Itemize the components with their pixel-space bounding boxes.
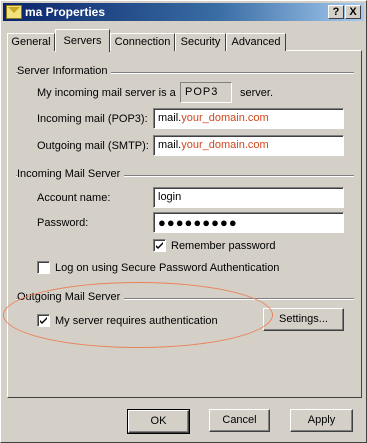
tab-security[interactable]: Security	[175, 33, 226, 51]
window-title: ma Properties	[25, 5, 106, 19]
remember-password-checkbox[interactable]	[153, 239, 166, 252]
account-name-label: Account name:	[37, 192, 111, 204]
server-information-heading: Server Information	[17, 65, 112, 77]
servers-tab-panel: Server Information My incoming mail serv…	[7, 50, 362, 398]
incoming-mail-prefix: mail.	[158, 112, 182, 124]
incoming-mail-domain: your_domain.com	[181, 112, 269, 124]
incoming-server-type-prefix: My incoming mail server is a	[37, 87, 176, 99]
server-type-value: POP3	[180, 82, 232, 103]
tab-servers[interactable]: Servers	[55, 29, 110, 52]
spa-label[interactable]: Log on using Secure Password Authenticat…	[55, 262, 279, 274]
outgoing-mail-field[interactable]: mail.your_domain.com	[153, 135, 344, 156]
incoming-mail-field[interactable]: mail.your_domain.com	[153, 108, 344, 129]
ok-button[interactable]: OK	[127, 409, 190, 434]
spa-checkbox[interactable]	[37, 261, 50, 274]
remember-password-label[interactable]: Remember password	[171, 240, 276, 252]
mail-account-icon	[6, 5, 22, 19]
checkmark-icon	[156, 242, 163, 249]
password-field[interactable]: ●●●●●●●●●	[153, 212, 344, 233]
outgoing-mail-prefix: mail.	[158, 139, 182, 151]
incoming-mail-server-heading: Incoming Mail Server	[17, 168, 125, 180]
tab-connection[interactable]: Connection	[110, 33, 175, 51]
outgoing-mail-domain: your_domain.com	[181, 139, 269, 151]
incoming-server-type-suffix: server.	[240, 87, 274, 99]
tab-general[interactable]: General	[7, 33, 55, 51]
password-label: Password:	[37, 217, 89, 229]
properties-dialog: ma Properties ? X Server Information My …	[0, 0, 367, 443]
account-name-field[interactable]: login	[153, 187, 344, 208]
title-bar[interactable]: ma Properties ? X	[3, 3, 364, 21]
cancel-button[interactable]: Cancel	[209, 409, 270, 432]
close-button[interactable]: X	[345, 5, 361, 19]
requires-authentication-checkbox[interactable]	[37, 314, 50, 327]
help-button[interactable]: ?	[328, 5, 344, 19]
apply-button[interactable]: Apply	[290, 409, 353, 432]
outgoing-mail-label: Outgoing mail (SMTP):	[37, 140, 149, 152]
outgoing-mail-server-heading: Outgoing Mail Server	[17, 291, 125, 303]
settings-button[interactable]: Settings...	[263, 308, 344, 331]
checkmark-icon	[40, 317, 47, 324]
requires-authentication-label[interactable]: My server requires authentication	[55, 315, 218, 327]
incoming-mail-label: Incoming mail (POP3):	[37, 113, 148, 125]
tab-advanced[interactable]: Advanced	[226, 33, 286, 51]
